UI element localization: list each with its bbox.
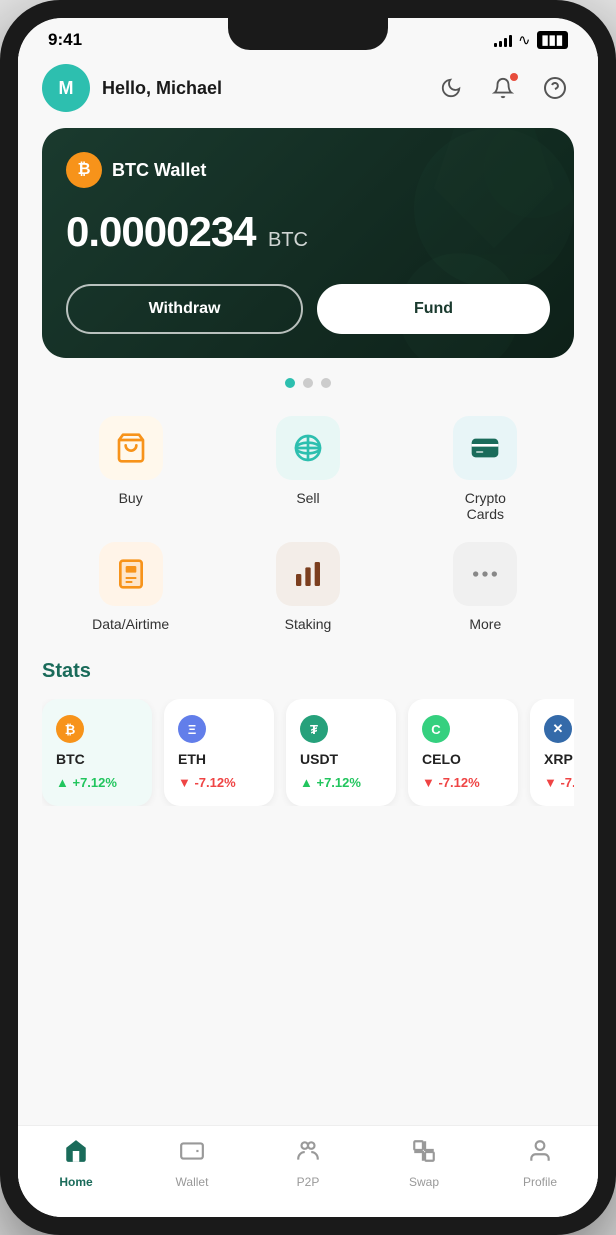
header: M Hello, Michael <box>18 54 598 128</box>
p2p-icon <box>295 1138 321 1171</box>
usdt-stat-name: USDT <box>300 751 382 767</box>
stats-section: Stats ₿ BTC ▲ +7.12% Ξ <box>18 660 598 806</box>
nav-wallet[interactable]: Wallet <box>134 1138 250 1189</box>
phone-frame: 9:41 ∿ ▮▮▮ M Hello, Michael <box>0 0 616 1235</box>
xrp-stat-icon: ✕ <box>544 715 572 743</box>
status-time: 9:41 <box>48 30 82 50</box>
btc-stat-icon: ₿ <box>56 715 84 743</box>
status-icons: ∿ ▮▮▮ <box>494 31 568 49</box>
card-dot-3[interactable] <box>321 378 331 388</box>
signal-bars-icon <box>494 33 512 47</box>
bottom-nav: Home Wallet <box>18 1125 598 1217</box>
staking-label: Staking <box>285 616 332 632</box>
eth-stat-name: ETH <box>178 751 260 767</box>
usdt-stat-change: ▲ +7.12% <box>300 775 382 790</box>
header-actions <box>432 69 574 107</box>
xrp-stat-change: ▼ -7.12% <box>544 775 574 790</box>
nav-swap[interactable]: Swap <box>366 1138 482 1189</box>
btc-icon-row: ₿ <box>56 715 138 743</box>
balance-currency: BTC <box>268 229 308 251</box>
eth-stat-icon: Ξ <box>178 715 206 743</box>
celo-stat-change: ▼ -7.12% <box>422 775 504 790</box>
xrp-icon-row: ✕ <box>544 715 574 743</box>
sell-icon <box>276 416 340 480</box>
wallet-balance: 0.0000234 BTC <box>66 208 550 256</box>
nav-p2p[interactable]: P2P <box>250 1138 366 1189</box>
nav-home-label: Home <box>59 1175 92 1189</box>
xrp-stat-name: XRP <box>544 751 574 767</box>
stat-card-eth[interactable]: Ξ ETH ▼ -7.12% <box>164 699 274 806</box>
theme-toggle-button[interactable] <box>432 69 470 107</box>
wallet-actions: Withdraw Fund <box>66 284 550 334</box>
data-airtime-icon <box>99 542 163 606</box>
wallet-icon <box>179 1138 205 1171</box>
fund-button[interactable]: Fund <box>317 284 550 334</box>
crypto-cards-icon <box>453 416 517 480</box>
more-icon <box>453 542 517 606</box>
btc-stat-change: ▲ +7.12% <box>56 775 138 790</box>
stat-card-btc[interactable]: ₿ BTC ▲ +7.12% <box>42 699 152 806</box>
notch <box>228 18 388 50</box>
card-pagination <box>18 378 598 388</box>
wifi-icon: ∿ <box>518 31 531 49</box>
sell-label: Sell <box>296 490 319 506</box>
data-airtime-label: Data/Airtime <box>92 616 169 632</box>
btc-stat-name: BTC <box>56 751 138 767</box>
support-button[interactable] <box>536 69 574 107</box>
nav-wallet-label: Wallet <box>176 1175 209 1189</box>
nav-profile-label: Profile <box>523 1175 557 1189</box>
staking-icon <box>276 542 340 606</box>
eth-stat-change: ▼ -7.12% <box>178 775 260 790</box>
profile-icon <box>527 1138 553 1171</box>
phone-screen: 9:41 ∿ ▮▮▮ M Hello, Michael <box>18 18 598 1217</box>
notifications-button[interactable] <box>484 69 522 107</box>
screen-content: 9:41 ∿ ▮▮▮ M Hello, Michael <box>18 18 598 1217</box>
usdt-icon-row: ₮ <box>300 715 382 743</box>
eth-icon-row: Ξ <box>178 715 260 743</box>
action-more[interactable]: More <box>397 542 574 632</box>
withdraw-button[interactable]: Withdraw <box>66 284 303 334</box>
notification-badge <box>510 73 518 81</box>
action-data-airtime[interactable]: Data/Airtime <box>42 542 219 632</box>
battery-icon: ▮▮▮ <box>537 31 568 49</box>
action-crypto-cards[interactable]: Crypto Cards <box>397 416 574 522</box>
stat-card-usdt[interactable]: ₮ USDT ▲ +7.12% <box>286 699 396 806</box>
buy-label: Buy <box>119 490 143 506</box>
buy-icon <box>99 416 163 480</box>
balance-amount: 0.0000234 <box>66 208 256 255</box>
nav-profile[interactable]: Profile <box>482 1138 598 1189</box>
nav-p2p-label: P2P <box>297 1175 320 1189</box>
greeting-text: Hello, Michael <box>102 78 432 99</box>
celo-icon-row: C <box>422 715 504 743</box>
wallet-header: ₿ BTC Wallet <box>66 152 550 188</box>
crypto-cards-label: Crypto Cards <box>465 490 506 522</box>
stat-card-celo[interactable]: C CELO ▼ -7.12% <box>408 699 518 806</box>
stat-card-xrp[interactable]: ✕ XRP ▼ -7.12% <box>530 699 574 806</box>
avatar: M <box>42 64 90 112</box>
swap-icon <box>411 1138 437 1171</box>
home-icon <box>63 1138 89 1171</box>
celo-stat-name: CELO <box>422 751 504 767</box>
card-dot-1[interactable] <box>285 378 295 388</box>
celo-stat-icon: C <box>422 715 450 743</box>
quick-actions-grid: Buy Sell <box>18 416 598 632</box>
action-buy[interactable]: Buy <box>42 416 219 522</box>
nav-home[interactable]: Home <box>18 1138 134 1189</box>
action-staking[interactable]: Staking <box>219 542 396 632</box>
more-label: More <box>469 616 501 632</box>
wallet-name: BTC Wallet <box>112 160 206 181</box>
wallet-card: ₿ BTC Wallet 0.0000234 BTC Withdraw Fund <box>42 128 574 358</box>
stats-scroll: ₿ BTC ▲ +7.12% Ξ ETH ▼ -7.12% <box>42 699 574 806</box>
btc-coin-icon: ₿ <box>66 152 102 188</box>
stats-title: Stats <box>42 660 574 683</box>
card-dot-2[interactable] <box>303 378 313 388</box>
usdt-stat-icon: ₮ <box>300 715 328 743</box>
nav-swap-label: Swap <box>409 1175 439 1189</box>
action-sell[interactable]: Sell <box>219 416 396 522</box>
